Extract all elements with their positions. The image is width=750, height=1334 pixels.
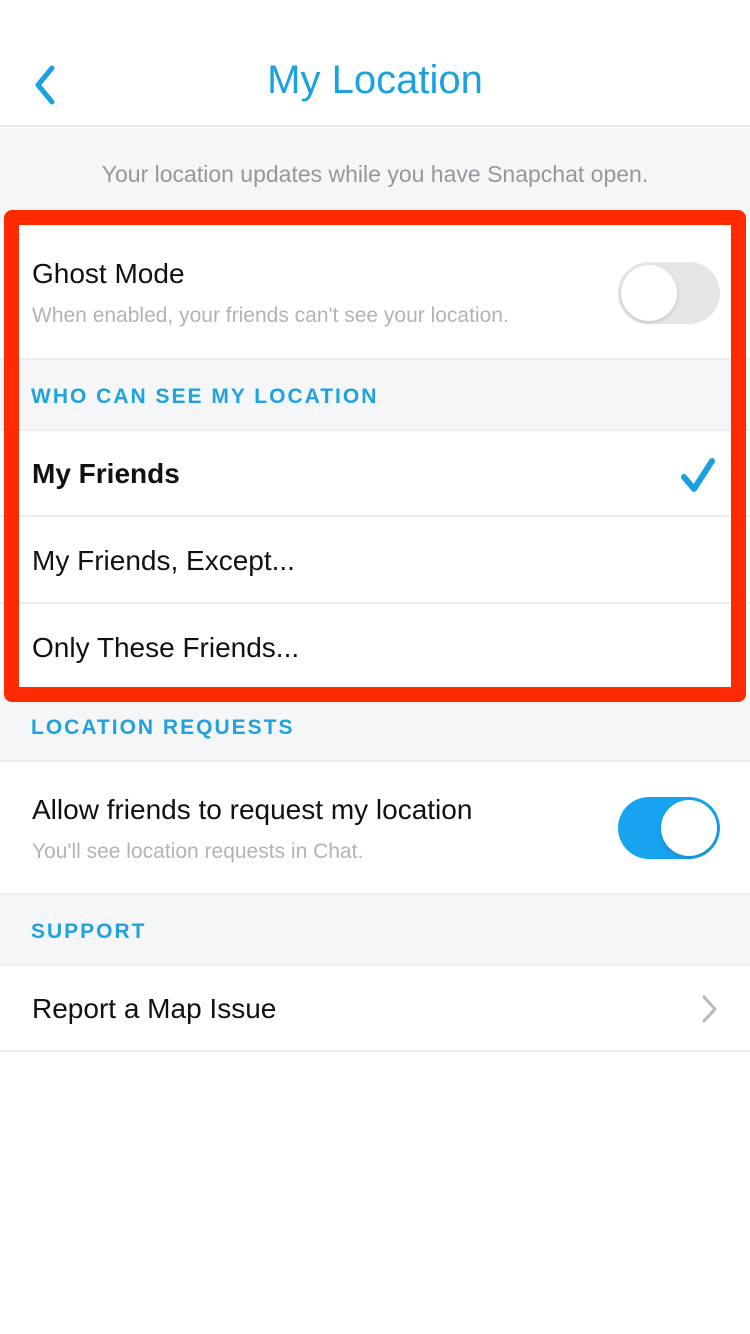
ghost-mode-subtitle: When enabled, your friends can't see you… bbox=[32, 304, 509, 327]
section-label: SUPPORT bbox=[31, 920, 147, 943]
chevron-right-icon bbox=[702, 995, 717, 1023]
toggle-knob bbox=[661, 800, 717, 856]
ghost-mode-toggle[interactable] bbox=[618, 262, 720, 324]
option-my-friends[interactable]: My Friends bbox=[0, 431, 750, 517]
section-header-who-can-see: WHO CAN SEE MY LOCATION bbox=[0, 360, 750, 431]
screen: My Location Your location updates while … bbox=[0, 0, 750, 1334]
section-label: LOCATION REQUESTS bbox=[31, 716, 295, 739]
option-only-these-friends[interactable]: Only These Friends... bbox=[0, 604, 750, 690]
ghost-mode-title: Ghost Mode bbox=[32, 258, 185, 289]
section-header-support: SUPPORT bbox=[0, 895, 750, 966]
report-map-issue-label: Report a Map Issue bbox=[32, 993, 277, 1024]
page-title: My Location bbox=[267, 58, 483, 102]
allow-requests-row: Allow friends to request my location You… bbox=[0, 762, 750, 895]
section-header-location-requests: LOCATION REQUESTS bbox=[0, 690, 750, 762]
section-label: WHO CAN SEE MY LOCATION bbox=[31, 385, 379, 408]
option-my-friends-except[interactable]: My Friends, Except... bbox=[0, 517, 750, 604]
toggle-knob bbox=[621, 265, 677, 321]
location-info-text: Your location updates while you have Sna… bbox=[0, 128, 750, 224]
option-label: Only These Friends... bbox=[32, 632, 300, 663]
checkmark-icon bbox=[681, 458, 715, 492]
ghost-mode-row: Ghost Mode When enabled, your friends ca… bbox=[0, 226, 750, 360]
allow-requests-subtitle: You'll see location requests in Chat. bbox=[32, 840, 364, 863]
report-map-issue-row[interactable]: Report a Map Issue bbox=[0, 966, 750, 1052]
option-label: My Friends, Except... bbox=[32, 545, 295, 576]
allow-requests-title: Allow friends to request my location bbox=[32, 794, 473, 825]
allow-requests-toggle[interactable] bbox=[618, 797, 720, 859]
option-label: My Friends bbox=[32, 458, 180, 489]
navigation-bar: My Location bbox=[0, 0, 750, 127]
